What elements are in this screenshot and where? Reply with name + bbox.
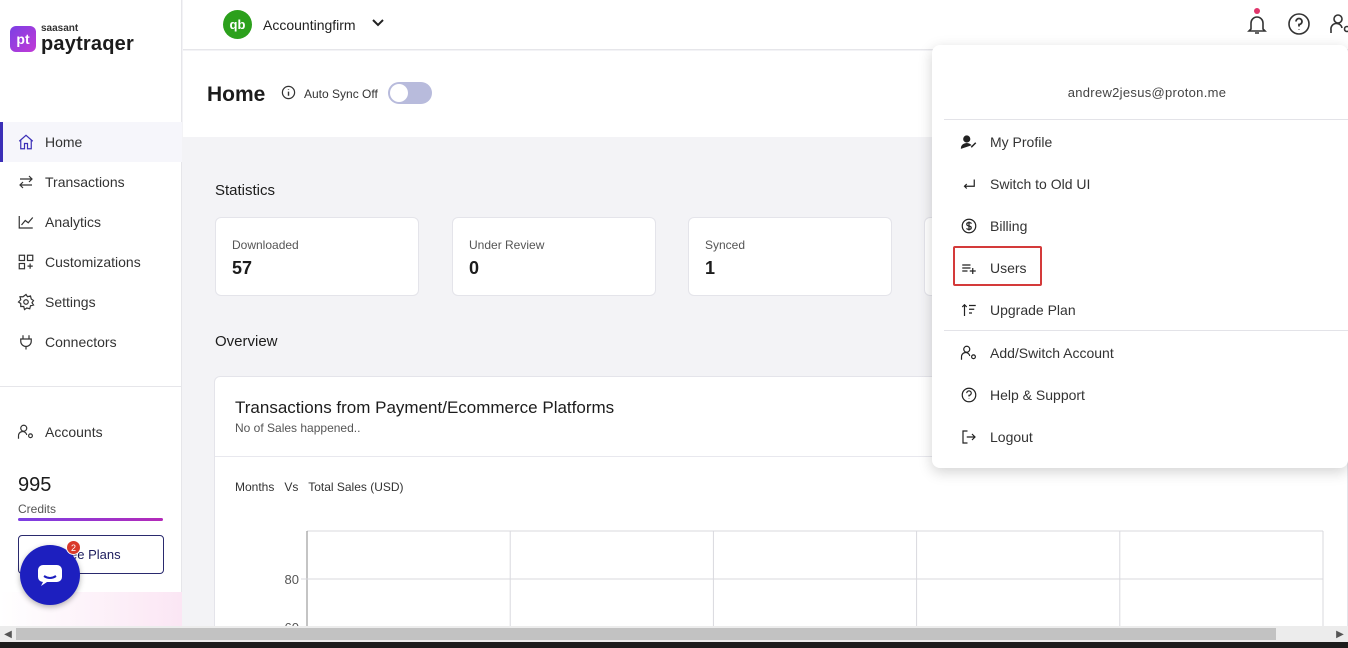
chart-grid	[301, 530, 1324, 637]
sidebar-nav: Home Transactions Analytics Customizatio…	[0, 122, 182, 362]
menu-divider	[944, 330, 1348, 331]
playlist-add-icon	[962, 264, 976, 274]
menu-item-label: Billing	[990, 218, 1028, 234]
menu-item-my-profile[interactable]: My Profile	[960, 127, 1052, 157]
account-email: andrew2jesus@proton.me	[1067, 85, 1227, 100]
chart-axes-label: Months Vs Total Sales (USD)	[235, 480, 404, 494]
stat-label: Under Review	[469, 238, 545, 252]
chat-icon	[38, 565, 62, 586]
return-arrow-icon	[963, 179, 975, 189]
help-icon[interactable]	[1287, 12, 1311, 36]
analytics-icon	[17, 213, 35, 231]
credits-value: 995	[18, 474, 52, 496]
sidebar-footer-strip	[0, 592, 182, 626]
stat-value: 0	[469, 258, 480, 278]
scroll-right-arrow[interactable]: ▶	[1332, 626, 1348, 642]
sidebar-divider	[0, 386, 182, 387]
logout-icon	[962, 430, 976, 444]
axis-vs-label: Vs	[284, 480, 299, 494]
menu-divider	[944, 119, 1348, 120]
sidebar-item-label: Settings	[45, 294, 96, 310]
chevron-down-icon[interactable]	[371, 16, 385, 30]
menu-item-label: Switch to Old UI	[990, 176, 1091, 192]
notification-dot	[1254, 8, 1260, 14]
transfer-icon	[17, 173, 35, 191]
menu-item-label: Logout	[990, 429, 1033, 445]
grid-icon	[17, 253, 35, 271]
menu-item-logout[interactable]: Logout	[960, 422, 1033, 452]
menu-item-label: Add/Switch Account	[990, 345, 1114, 361]
menu-item-label: Users	[990, 260, 1027, 276]
profile-edit-icon	[960, 135, 977, 149]
chart-subtitle: No of Sales happened..	[235, 421, 361, 435]
chat-badge: 2	[66, 540, 81, 555]
brand-name: paytraqer	[41, 33, 134, 55]
user-gear-icon	[17, 424, 33, 439]
auto-sync-label: Auto Sync Off	[304, 87, 378, 101]
sidebar-item-accounts[interactable]: Accounts	[17, 412, 103, 452]
top-bar: qb Accountingfirm	[183, 0, 1348, 50]
menu-item-label: Help & Support	[990, 387, 1085, 403]
menu-item-users[interactable]: Users	[960, 253, 1027, 283]
sidebar-item-label: Connectors	[45, 334, 117, 350]
menu-item-upgrade-plan[interactable]: Upgrade Plan	[960, 295, 1076, 325]
overview-title: Overview	[215, 333, 278, 350]
sidebar-item-transactions[interactable]: Transactions	[0, 162, 182, 202]
dollar-circle-icon	[961, 218, 977, 234]
horizontal-scrollbar[interactable]: ◀ ▶	[0, 626, 1348, 642]
scrollbar-thumb[interactable]	[16, 628, 1276, 640]
stat-value: 1	[705, 258, 716, 278]
page-title: Home	[207, 83, 266, 106]
stat-card-downloaded[interactable]: Downloaded 57	[215, 217, 419, 296]
bell-icon[interactable]	[1245, 12, 1269, 36]
menu-item-switch-old-ui[interactable]: Switch to Old UI	[960, 169, 1090, 199]
sidebar-item-settings[interactable]: Settings	[0, 282, 182, 322]
stat-label: Synced	[705, 238, 746, 252]
sidebar-item-analytics[interactable]: Analytics	[0, 202, 182, 242]
menu-item-add-switch-account[interactable]: Add/Switch Account	[960, 338, 1114, 368]
sidebar-item-label: Analytics	[45, 214, 102, 230]
credits-bar	[18, 518, 163, 521]
menu-item-label: Upgrade Plan	[990, 302, 1076, 318]
toggle-knob	[390, 84, 408, 102]
sidebar-item-label: Customizations	[45, 254, 141, 270]
company-name[interactable]: Accountingfirm	[263, 17, 356, 33]
menu-item-help-support[interactable]: Help & Support	[960, 380, 1085, 410]
auto-sync-toggle[interactable]	[388, 82, 432, 104]
sort-upgrade-icon	[961, 303, 976, 316]
accounts-label: Accounts	[45, 424, 103, 440]
menu-item-billing[interactable]: Billing	[960, 211, 1027, 241]
stat-label: Downloaded	[232, 238, 299, 252]
sidebar-item-connectors[interactable]: Connectors	[0, 322, 182, 362]
sidebar-item-label: Transactions	[45, 174, 125, 190]
help-circle-icon	[961, 387, 977, 403]
stat-card-synced[interactable]: Synced 1	[688, 217, 892, 296]
user-gear-icon	[960, 345, 976, 360]
y-axis-label: Total Sales (USD)	[308, 480, 404, 494]
chart-title: Transactions from Payment/Ecommerce Plat…	[235, 398, 615, 417]
quickbooks-logo: qb	[223, 10, 252, 39]
statistics-title: Statistics	[215, 182, 276, 199]
chart-plot: 8060	[285, 530, 1324, 637]
sidebar-item-customizations[interactable]: Customizations	[0, 242, 182, 282]
user-settings-icon[interactable]	[1329, 12, 1348, 36]
sidebar-item-label: Home	[45, 134, 83, 150]
profile-dropdown-menu: andrew2jesus@proton.me My Profile Switch…	[932, 45, 1348, 468]
credits-label: Credits	[18, 502, 57, 516]
brand-mark: pt	[10, 26, 36, 52]
home-icon	[17, 133, 35, 151]
stat-value: 57	[232, 258, 253, 278]
gear-icon	[17, 293, 35, 311]
sidebar: pt saasant paytraqer Home Transactions A…	[0, 0, 182, 648]
info-icon[interactable]	[281, 85, 296, 100]
sidebar-item-home[interactable]: Home	[0, 122, 182, 162]
scroll-left-arrow[interactable]: ◀	[0, 626, 16, 642]
x-axis-label: Months	[235, 480, 275, 494]
plug-icon	[17, 333, 35, 351]
stat-card-under-review[interactable]: Under Review 0	[452, 217, 656, 296]
brand-logo[interactable]: pt saasant paytraqer	[10, 24, 134, 54]
taskbar-strip	[0, 642, 1348, 648]
y-tick-label: 80	[285, 572, 299, 587]
menu-item-label: My Profile	[990, 134, 1053, 150]
